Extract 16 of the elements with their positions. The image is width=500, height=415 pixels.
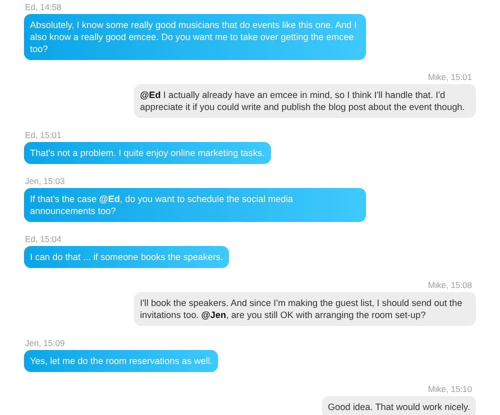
message-bubble: @Ed I actually already have an emcee in mind, so I think I'll handle that. I'd appreciate it if you could write and publish the blog post about the event though. [134, 84, 476, 118]
message-meta: Ed, 14:58 [25, 2, 62, 13]
message-bubble: I can do that ... if someone books the speakers. [24, 246, 230, 268]
message-meta: Mike, 15:10 [428, 384, 472, 395]
message-meta: Ed, 15:04 [25, 234, 62, 245]
message-meta: Jen, 15:09 [25, 338, 65, 349]
message-bubble: Absolutely, I know some really good musicians that do events like this one. And I also know a really good emcee. Do you want me to take over getting the emcee too? [24, 14, 366, 60]
message-bubble: If that's the case @Ed, do you want to schedule the social media announcements too? [24, 188, 366, 222]
message-bubble: Yes, let me do the room reservations as well. [24, 350, 218, 372]
message-meta: Mike, 15:01 [428, 72, 472, 83]
message-meta: Mike, 15:08 [428, 280, 472, 291]
message-meta: Jen, 15:03 [25, 176, 65, 187]
message-bubble: I'll book the speakers. And since I'm making the guest list, I should send out the invitations too. @Jen, are you still OK with arranging the room set-up? [134, 292, 476, 326]
message-bubble: Good idea. That would work nicely. [322, 396, 476, 415]
message-bubble: That's not a problem. I quite enjoy online marketing tasks. [24, 142, 271, 164]
message-meta: Ed, 15:01 [25, 130, 62, 141]
